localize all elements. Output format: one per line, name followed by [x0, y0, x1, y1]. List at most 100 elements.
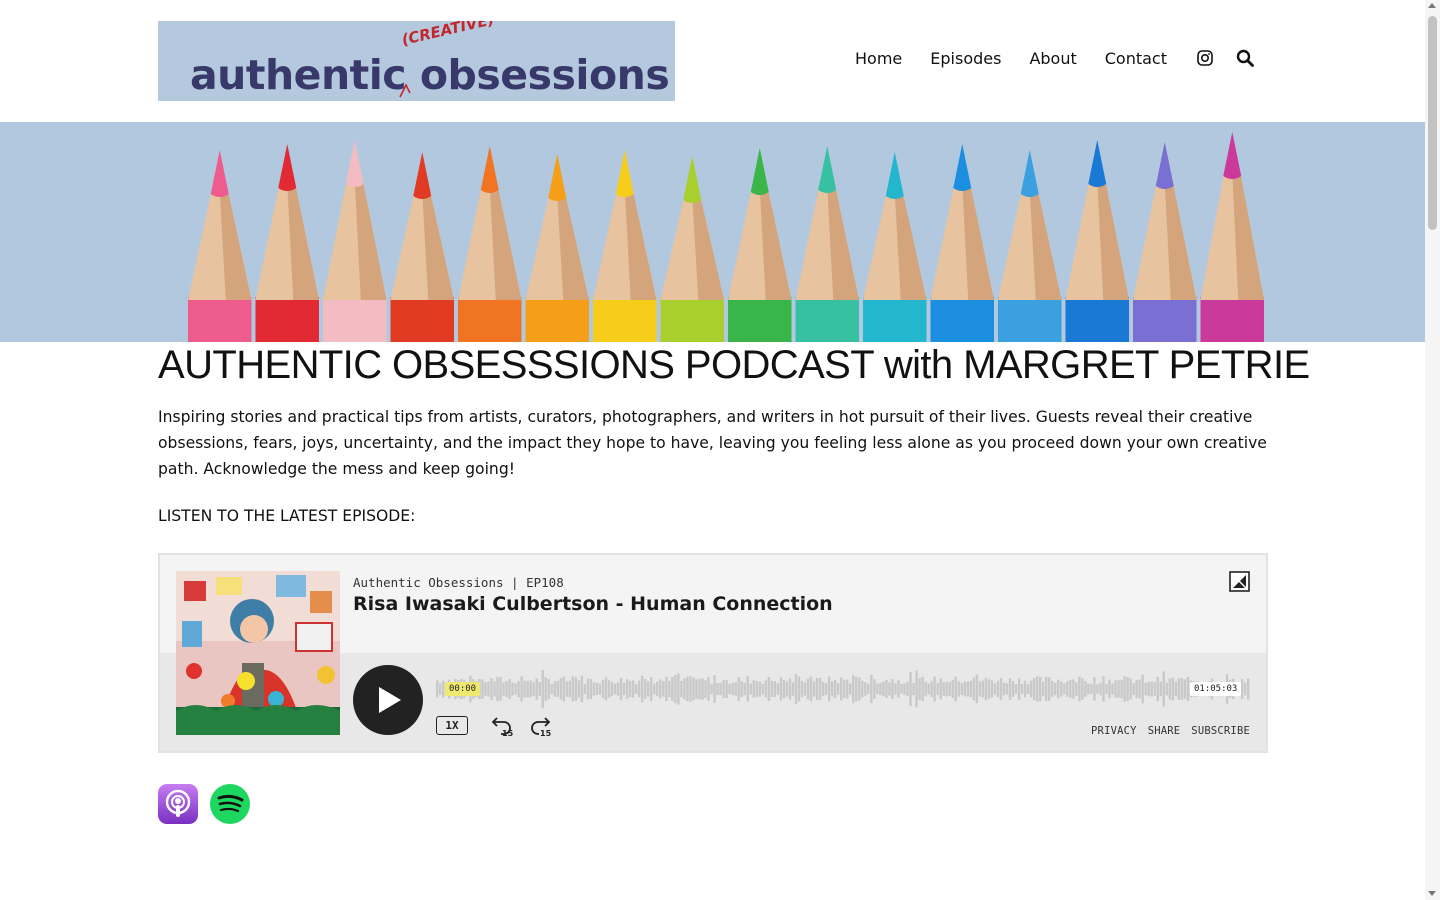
episode-show-line: Authentic Obsessions | EP108: [353, 575, 564, 590]
colored-pencils-image: [188, 132, 1264, 342]
waveform-bar: [855, 676, 858, 702]
waveform-bar: [508, 678, 511, 700]
audio-waveform-scrubber[interactable]: [436, 667, 1250, 711]
waveform-bar: [909, 671, 912, 707]
waveform-bar: [1153, 682, 1156, 696]
waveform-bar: [945, 681, 948, 697]
waveform-bar: [1102, 676, 1105, 702]
waveform-bar: [662, 681, 665, 697]
waveform-bar: [1008, 678, 1012, 700]
waveform-bar: [912, 682, 915, 696]
waveform-bar: [876, 683, 879, 695]
nav-home[interactable]: Home: [855, 49, 902, 68]
scroll-down-arrow-icon[interactable]: [1428, 891, 1436, 896]
waveform-bar: [532, 682, 535, 696]
waveform-bar: [517, 680, 520, 698]
waveform-bar: [607, 680, 611, 698]
waveform-bar: [981, 680, 985, 698]
episode-title[interactable]: Risa Iwasaki Culbertson - Human Connecti…: [353, 593, 833, 615]
waveform-bar: [514, 683, 517, 695]
waveform-bar: [954, 676, 957, 702]
waveform-bar: [689, 676, 692, 702]
waveform-bar: [565, 681, 569, 697]
waveform-bar: [1129, 678, 1132, 700]
skip-forward-15-icon[interactable]: 15: [529, 715, 551, 737]
waveform-bar: [1084, 681, 1087, 697]
waveform-bar: [800, 680, 804, 698]
spotify-icon[interactable]: [210, 784, 250, 824]
waveform-bar: [852, 675, 855, 703]
waveform-bar: [1072, 679, 1075, 699]
waveform-bar: [1147, 681, 1150, 697]
waveform-bar: [722, 679, 725, 699]
pencil: [795, 146, 859, 342]
waveform-bar: [583, 684, 587, 694]
waveform-bar: [809, 676, 813, 702]
waveform-bar: [942, 682, 945, 696]
waveform-bar: [659, 679, 662, 699]
playback-speed-button[interactable]: 1X: [436, 716, 468, 735]
waveform-bar: [1054, 682, 1057, 696]
waveform-bar: [496, 676, 499, 702]
waveform-bar: [1038, 676, 1042, 702]
waveform-bar: [821, 681, 825, 697]
waveform-bar: [1093, 677, 1096, 701]
waveform-bar: [707, 677, 710, 701]
waveform-bar: [628, 680, 632, 698]
waveform-bar: [622, 682, 626, 696]
instagram-icon[interactable]: [1195, 48, 1215, 68]
waveform-bar: [770, 680, 774, 698]
waveform-bar: [749, 683, 752, 695]
waveform-bar: [1156, 676, 1159, 702]
page-scrollbar[interactable]: [1425, 0, 1440, 900]
nav-about[interactable]: About: [1029, 49, 1076, 68]
logo-creative-insert: (CREATIVE): [399, 21, 496, 49]
nav-episodes[interactable]: Episodes: [930, 49, 1001, 68]
waveform-bar: [601, 679, 605, 699]
waveform-bar: [686, 676, 689, 702]
waveform-bar: [966, 681, 970, 697]
hero-banner: [0, 122, 1425, 342]
waveform-bar: [1177, 678, 1181, 700]
search-icon[interactable]: [1235, 48, 1255, 68]
waveform-bar: [891, 678, 894, 700]
apple-podcasts-icon[interactable]: [158, 784, 198, 824]
skip-back-15-icon[interactable]: 15: [491, 715, 513, 737]
waveform-bar: [656, 681, 659, 697]
waveform-bar: [993, 683, 997, 695]
waveform-bar: [737, 676, 740, 702]
site-logo[interactable]: authentic obsessions (CREATIVE): [158, 21, 675, 101]
waveform-bar: [861, 680, 864, 698]
waveform-bar: [484, 682, 487, 696]
waveform-bar: [990, 680, 994, 698]
waveform-bar: [1075, 682, 1078, 696]
privacy-link[interactable]: PRIVACY: [1091, 725, 1137, 737]
waveform-bar: [520, 676, 523, 702]
waveform-bar: [728, 683, 731, 695]
waveform-bar: [1123, 676, 1126, 702]
scroll-up-arrow-icon[interactable]: [1428, 3, 1436, 8]
subscribe-link[interactable]: SUBSCRIBE: [1191, 725, 1250, 737]
waveform-bar: [1041, 681, 1045, 697]
waveform-bar: [710, 683, 713, 695]
waveform-bar: [1174, 681, 1178, 697]
waveform-bar: [523, 680, 526, 698]
waveform-bar: [1159, 681, 1162, 697]
waveform-bar: [999, 677, 1003, 701]
waveform-bar: [562, 676, 566, 702]
waveform-bar: [885, 680, 888, 698]
waveform-bar: [797, 676, 801, 702]
waveform-bar: [487, 681, 490, 697]
nav-contact[interactable]: Contact: [1105, 49, 1167, 68]
scrollbar-thumb[interactable]: [1428, 16, 1437, 230]
waveform-bar: [586, 678, 590, 700]
waveform-bar: [541, 669, 544, 709]
share-link[interactable]: SHARE: [1148, 725, 1181, 737]
waveform-bar: [1117, 680, 1120, 698]
waveform-bar: [713, 675, 716, 703]
play-button[interactable]: [353, 665, 423, 735]
host-logo-icon[interactable]: [1229, 571, 1250, 592]
waveform-bar: [595, 682, 599, 696]
waveform-bar: [1002, 682, 1006, 696]
waveform-bar: [653, 683, 656, 695]
